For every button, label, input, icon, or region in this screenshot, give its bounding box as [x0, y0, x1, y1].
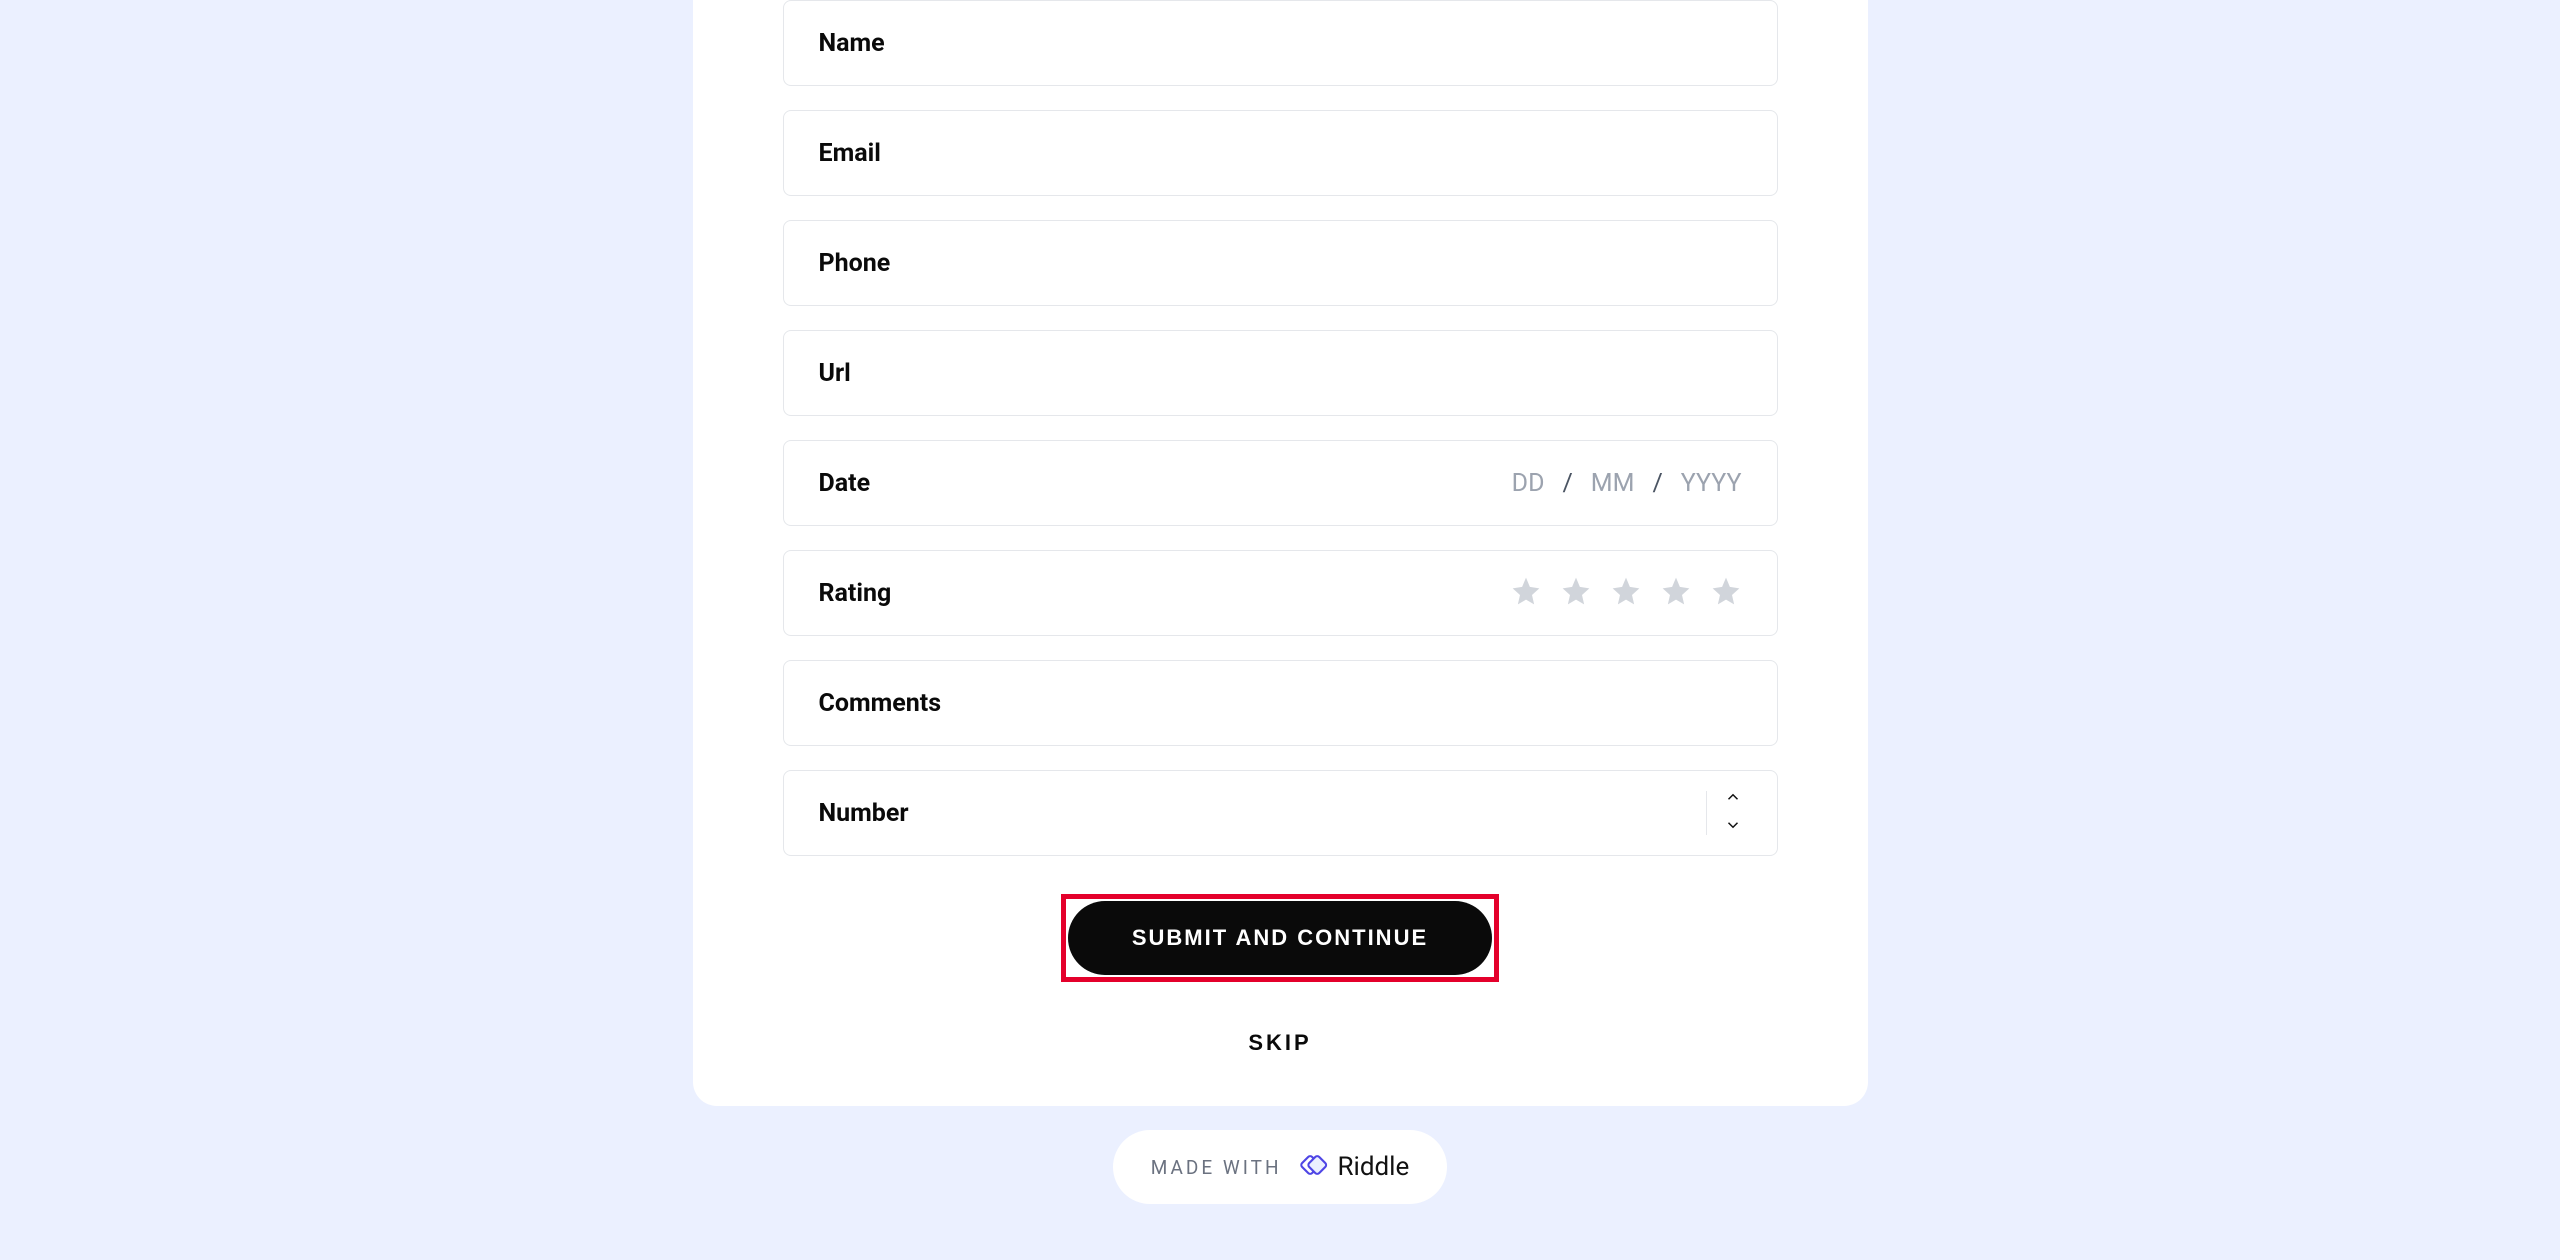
made-with-label: MADE WITH: [1151, 1156, 1282, 1179]
date-label: Date: [819, 469, 871, 498]
name-label: Name: [819, 29, 885, 58]
url-label: Url: [819, 359, 851, 388]
email-label: Email: [819, 139, 881, 168]
phone-label: Phone: [819, 249, 891, 278]
form-card: Name Email Phone Url Date DD / MM / YYYY…: [693, 0, 1868, 1106]
date-dd[interactable]: DD: [1512, 469, 1545, 498]
url-field[interactable]: Url: [783, 330, 1778, 416]
date-sep-1: /: [1562, 469, 1572, 498]
chevron-down-icon[interactable]: [1724, 816, 1742, 838]
number-stepper: [1724, 788, 1742, 838]
skip-button[interactable]: SKIP: [1248, 1030, 1311, 1056]
comments-field[interactable]: Comments: [783, 660, 1778, 746]
submit-highlight: SUBMIT AND CONTINUE: [1061, 894, 1499, 982]
rating-field: Rating: [783, 550, 1778, 636]
skip-wrap: SKIP: [783, 1030, 1778, 1056]
star-icon[interactable]: [1560, 575, 1592, 611]
date-yyyy[interactable]: YYYY: [1681, 469, 1742, 498]
phone-field[interactable]: Phone: [783, 220, 1778, 306]
star-icon[interactable]: [1510, 575, 1542, 611]
date-inputs: DD / MM / YYYY: [1512, 469, 1742, 498]
date-sep-2: /: [1652, 469, 1662, 498]
submit-wrap: SUBMIT AND CONTINUE: [783, 894, 1778, 982]
name-field[interactable]: Name: [783, 0, 1778, 86]
made-with-pill[interactable]: MADE WITH Riddle: [1113, 1130, 1448, 1204]
star-icon[interactable]: [1610, 575, 1642, 611]
rating-label: Rating: [819, 579, 892, 608]
star-icon[interactable]: [1710, 575, 1742, 611]
rating-stars: [1510, 575, 1742, 611]
riddle-icon: [1296, 1148, 1330, 1186]
submit-button[interactable]: SUBMIT AND CONTINUE: [1068, 901, 1492, 975]
email-field[interactable]: Email: [783, 110, 1778, 196]
date-mm[interactable]: MM: [1591, 469, 1635, 498]
date-field[interactable]: Date DD / MM / YYYY: [783, 440, 1778, 526]
number-field[interactable]: Number: [783, 770, 1778, 856]
number-label: Number: [819, 799, 909, 828]
star-icon[interactable]: [1660, 575, 1692, 611]
riddle-brand-text: Riddle: [1338, 1152, 1410, 1182]
riddle-logo: Riddle: [1296, 1148, 1410, 1186]
number-divider: [1706, 791, 1707, 835]
comments-label: Comments: [819, 689, 942, 718]
chevron-up-icon[interactable]: [1724, 788, 1742, 810]
